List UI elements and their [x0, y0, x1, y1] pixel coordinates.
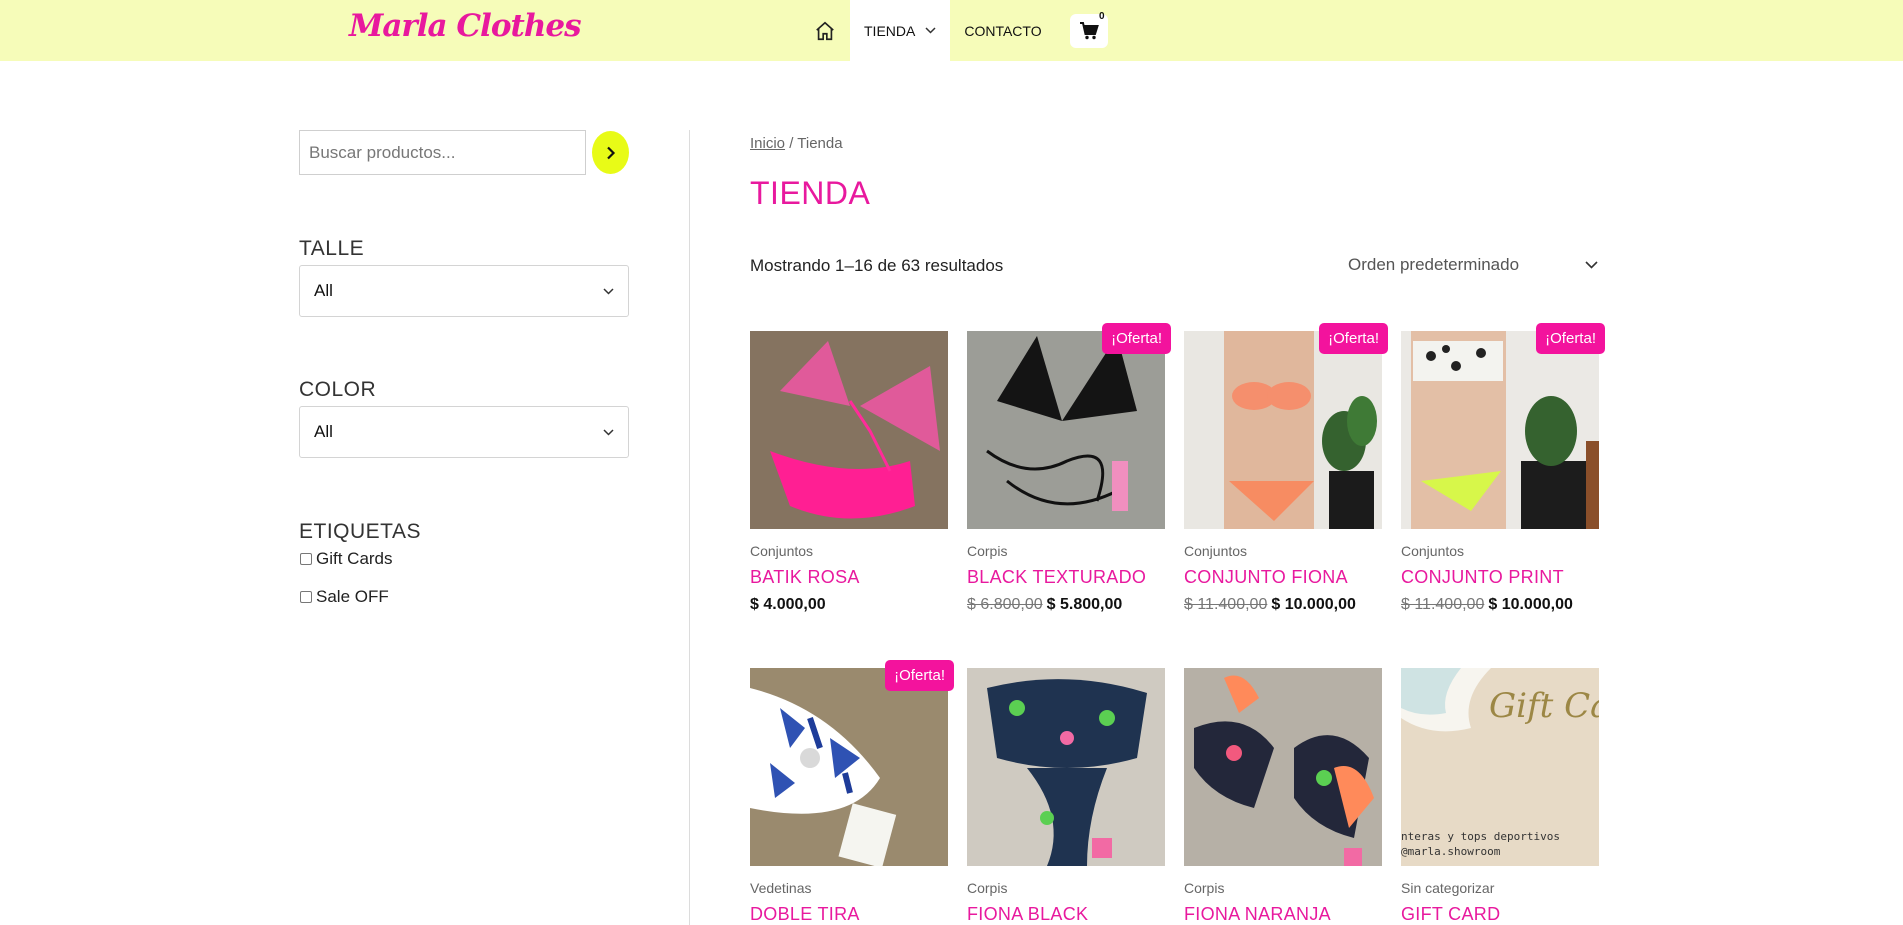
sidebar-divider [689, 130, 690, 925]
home-link[interactable] [800, 0, 850, 61]
product-category: Conjuntos [750, 543, 814, 559]
chevron-down-icon [603, 287, 614, 295]
product-name[interactable]: BLACK TEXTURADO [967, 567, 1146, 588]
sale-badge: ¡Oferta! [885, 660, 954, 691]
cart-icon [1079, 21, 1099, 39]
breadcrumb-current: Tienda [797, 135, 843, 152]
product-image[interactable]: Gift Ca nteras y tops deportivos @marla.… [1401, 668, 1599, 866]
sale-badge: ¡Oferta! [1102, 323, 1171, 354]
product-category: Conjuntos [1401, 543, 1465, 559]
orderby-value: Orden predeterminado [1348, 255, 1520, 274]
product-image[interactable] [750, 331, 948, 529]
size-filter-select[interactable]: All [299, 265, 629, 317]
nav-contacto-label: CONTACTO [964, 22, 1042, 39]
product-image[interactable] [750, 668, 948, 866]
main-nav: TIENDA CONTACTO 0 [800, 0, 1108, 61]
product-price-old: $ 11.400,00 [1184, 596, 1268, 613]
nav-tienda-label: TIENDA [864, 22, 916, 39]
page-title: TIENDA [750, 175, 871, 211]
gift-card-image-caption: nteras y tops deportivos [1401, 830, 1560, 843]
site-header: Marla Clothes TIENDA CONTACTO 0 [0, 0, 1903, 61]
nav-tienda[interactable]: TIENDA [850, 0, 951, 61]
product-image[interactable] [967, 331, 1165, 529]
product-name[interactable]: CONJUNTO FIONA [1184, 567, 1348, 588]
home-icon [816, 21, 834, 40]
search-input[interactable]: Buscar productos... [299, 130, 586, 175]
product-price: $ 11.400,00 $ 10.000,00 [1401, 596, 1573, 614]
result-count: Mostrando 1–16 de 63 resultados [750, 256, 1004, 275]
tag-filter-gift-cards[interactable]: Gift Cards [300, 549, 393, 569]
tag-label: Gift Cards [316, 549, 393, 568]
product-category: Corpis [967, 543, 1008, 559]
search-button[interactable] [592, 131, 629, 174]
gift-card-image-text: Gift Ca [1489, 686, 1599, 726]
product-image[interactable] [1184, 668, 1382, 866]
product-name[interactable]: CONJUNTO PRINT [1401, 567, 1564, 588]
product-category: Conjuntos [1184, 543, 1248, 559]
size-filter-title: TALLE [299, 237, 365, 260]
color-filter-value: All [314, 422, 333, 441]
chevron-down-icon [1585, 261, 1598, 269]
breadcrumb: Inicio / Tienda [750, 135, 843, 152]
product-image[interactable] [1401, 331, 1599, 529]
nav-contacto[interactable]: CONTACTO [950, 0, 1055, 61]
product-name[interactable]: FIONA BLACK [967, 904, 1088, 925]
product-name[interactable]: GIFT CARD [1401, 904, 1500, 925]
color-filter-title: COLOR [299, 378, 377, 401]
product-price-old: $ 11.400,00 [1401, 596, 1485, 613]
tag-checkbox[interactable] [300, 591, 312, 603]
chevron-right-icon [606, 146, 615, 159]
product-name[interactable]: DOBLE TIRA [750, 904, 860, 925]
tags-filter-title: ETIQUETAS [299, 520, 421, 543]
product-price: $ 6.800,00 $ 5.800,00 [967, 596, 1122, 614]
product-category: Vedetinas [750, 880, 812, 896]
chevron-down-icon [603, 428, 614, 436]
product-price: $ 11.400,00 $ 10.000,00 [1184, 596, 1356, 614]
product-price: $ 4.000,00 [750, 596, 826, 614]
color-filter-select[interactable]: All [299, 406, 629, 458]
cart-count: 0 [1099, 10, 1105, 22]
size-filter-value: All [314, 281, 333, 300]
site-logo[interactable]: Marla Clothes [349, 8, 582, 44]
chevron-down-icon [925, 27, 936, 34]
breadcrumb-separator: / [785, 135, 798, 152]
product-category: Corpis [967, 880, 1008, 896]
orderby-select[interactable]: Orden predeterminado [1348, 250, 1598, 280]
product-price-old: $ 6.800,00 [967, 596, 1043, 613]
tag-checkbox[interactable] [300, 553, 312, 565]
product-category: Sin categorizar [1401, 880, 1495, 896]
product-image[interactable] [1184, 331, 1382, 529]
product-price-current: $ 10.000,00 [1488, 596, 1573, 613]
product-name[interactable]: FIONA NARANJA [1184, 904, 1331, 925]
gift-card-image-caption: @marla.showroom [1401, 845, 1501, 858]
cart-button[interactable]: 0 [1069, 10, 1108, 48]
breadcrumb-home-link[interactable]: Inicio [750, 135, 785, 152]
product-image[interactable] [967, 668, 1165, 866]
product-price-current: $ 10.000,00 [1271, 596, 1356, 613]
sale-badge: ¡Oferta! [1319, 323, 1388, 354]
tag-filter-sale-off[interactable]: Sale OFF [300, 587, 389, 607]
product-price-current: $ 4.000,00 [750, 596, 826, 613]
sale-badge: ¡Oferta! [1536, 323, 1605, 354]
product-category: Corpis [1184, 880, 1225, 896]
product-name[interactable]: BATIK ROSA [750, 567, 860, 588]
product-price-current: $ 5.800,00 [1046, 596, 1123, 613]
tag-label: Sale OFF [316, 587, 389, 606]
